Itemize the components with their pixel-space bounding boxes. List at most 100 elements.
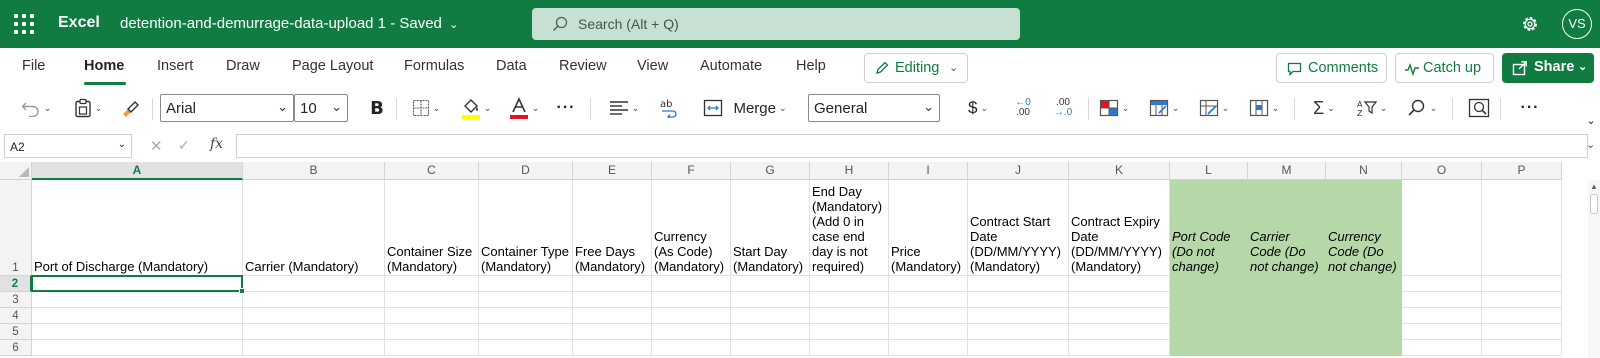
font-size-select[interactable]: 10 ⌄ xyxy=(294,94,348,122)
comments-button[interactable]: Comments xyxy=(1276,53,1387,83)
cell-l2[interactable] xyxy=(1170,276,1248,292)
cell-o2[interactable] xyxy=(1402,276,1482,292)
cell-e1[interactable]: Free Days (Mandatory) xyxy=(573,180,652,276)
cell-l3[interactable] xyxy=(1170,292,1248,308)
cell-g2[interactable] xyxy=(731,276,810,292)
cell-i6[interactable] xyxy=(889,340,968,356)
cell-o6[interactable] xyxy=(1402,340,1482,356)
tab-file[interactable]: File xyxy=(22,58,45,74)
cell-m6[interactable] xyxy=(1248,340,1326,356)
cell-g1[interactable]: Start Day (Mandatory) xyxy=(731,180,810,276)
app-name[interactable]: Excel xyxy=(58,14,100,32)
cell-d4[interactable] xyxy=(479,308,573,324)
tab-review[interactable]: Review xyxy=(559,58,607,74)
row-header-6[interactable]: 6 xyxy=(0,340,32,356)
cell-m1[interactable]: Carrier Code (Do not change) xyxy=(1248,180,1326,276)
cell-k2[interactable] xyxy=(1069,276,1170,292)
user-avatar[interactable]: VS xyxy=(1562,9,1592,39)
cell-n6[interactable] xyxy=(1326,340,1402,356)
cell-c6[interactable] xyxy=(385,340,479,356)
tab-data[interactable]: Data xyxy=(496,58,527,74)
tab-page-layout[interactable]: Page Layout xyxy=(292,58,373,74)
cell-c2[interactable] xyxy=(385,276,479,292)
column-header-l[interactable]: L xyxy=(1170,162,1248,180)
row-header-2[interactable]: 2 xyxy=(0,276,32,292)
cell-c3[interactable] xyxy=(385,292,479,308)
column-header-n[interactable]: N xyxy=(1326,162,1402,180)
column-header-j[interactable]: J xyxy=(968,162,1069,180)
cell-g6[interactable] xyxy=(731,340,810,356)
cell-d2[interactable] xyxy=(479,276,573,292)
formula-input[interactable] xyxy=(236,134,1588,158)
column-header-o[interactable]: O xyxy=(1402,162,1482,180)
name-box[interactable]: A2 ⌄ xyxy=(4,134,132,158)
tab-draw[interactable]: Draw xyxy=(226,58,260,74)
bold-button[interactable]: B xyxy=(364,90,390,126)
row-header-1[interactable]: 1 xyxy=(0,180,32,276)
cell-l5[interactable] xyxy=(1170,324,1248,340)
cell-a5[interactable] xyxy=(32,324,243,340)
column-header-g[interactable]: G xyxy=(731,162,810,180)
insert-function-button[interactable]: fx xyxy=(210,136,223,152)
cell-b3[interactable] xyxy=(243,292,385,308)
cell-o4[interactable] xyxy=(1402,308,1482,324)
cell-i3[interactable] xyxy=(889,292,968,308)
cell-e3[interactable] xyxy=(573,292,652,308)
column-header-a[interactable]: A xyxy=(32,162,243,180)
cell-o3[interactable] xyxy=(1402,292,1482,308)
catch-up-button[interactable]: Catch up xyxy=(1395,53,1494,83)
cell-m5[interactable] xyxy=(1248,324,1326,340)
cell-d6[interactable] xyxy=(479,340,573,356)
cell-j4[interactable] xyxy=(968,308,1069,324)
cell-c5[interactable] xyxy=(385,324,479,340)
merge-button[interactable]: Merge ⌄ xyxy=(700,90,790,126)
cell-b5[interactable] xyxy=(243,324,385,340)
cell-n2[interactable] xyxy=(1326,276,1402,292)
cell-j1[interactable]: Contract Start Date (DD/MM/YYYY) (Mandat… xyxy=(968,180,1069,276)
cell-l4[interactable] xyxy=(1170,308,1248,324)
cell-d3[interactable] xyxy=(479,292,573,308)
cell-a6[interactable] xyxy=(32,340,243,356)
cell-n4[interactable] xyxy=(1326,308,1402,324)
checkmark-icon[interactable]: ✓ xyxy=(178,137,190,154)
cell-p5[interactable] xyxy=(1482,324,1562,340)
column-header-k[interactable]: K xyxy=(1069,162,1170,180)
more-options-button[interactable]: ··· xyxy=(1516,90,1544,126)
cell-n1[interactable]: Currency Code (Do not change) xyxy=(1326,180,1402,276)
currency-format-button[interactable]: $ ⌄ xyxy=(958,90,998,126)
editing-mode-button[interactable]: Editing ⌄ xyxy=(864,53,968,83)
insert-cells-button[interactable]: ⌄ xyxy=(1244,90,1284,126)
undo-button[interactable]: ⌄ xyxy=(16,90,56,126)
cell-g5[interactable] xyxy=(731,324,810,340)
cell-e6[interactable] xyxy=(573,340,652,356)
cell-k1[interactable]: Contract Expiry Date (DD/MM/YYYY) (Manda… xyxy=(1069,180,1170,276)
cell-i2[interactable] xyxy=(889,276,968,292)
share-button[interactable]: Share ⌄ xyxy=(1502,53,1594,83)
tab-automate[interactable]: Automate xyxy=(700,58,762,74)
cell-i1[interactable]: Price (Mandatory) xyxy=(889,180,968,276)
format-as-table-button[interactable]: ⌄ xyxy=(1144,90,1184,126)
cell-n3[interactable] xyxy=(1326,292,1402,308)
font-color-button[interactable]: ⌄ xyxy=(504,90,544,126)
document-title[interactable]: detention-and-demurrage-data-upload 1 - … xyxy=(120,15,458,32)
paste-button[interactable]: ⌄ xyxy=(68,90,108,126)
analyze-data-button[interactable] xyxy=(1466,90,1492,126)
find-select-button[interactable]: ⌄ xyxy=(1402,90,1442,126)
cell-c4[interactable] xyxy=(385,308,479,324)
cell-h4[interactable] xyxy=(810,308,889,324)
cell-c1[interactable]: Container Size (Mandatory) xyxy=(385,180,479,276)
spreadsheet-grid[interactable]: A B C D E F G H I J K L M N O P 1 Port of Discharge (Mand… xyxy=(0,162,1600,358)
cell-h2[interactable] xyxy=(810,276,889,292)
cell-p4[interactable] xyxy=(1482,308,1562,324)
column-header-p[interactable]: P xyxy=(1482,162,1562,180)
settings-gear-icon[interactable] xyxy=(1520,14,1540,34)
fill-handle[interactable] xyxy=(239,288,245,294)
cell-m3[interactable] xyxy=(1248,292,1326,308)
cell-k4[interactable] xyxy=(1069,308,1170,324)
column-header-f[interactable]: F xyxy=(652,162,731,180)
cell-m4[interactable] xyxy=(1248,308,1326,324)
cell-f4[interactable] xyxy=(652,308,731,324)
cell-g3[interactable] xyxy=(731,292,810,308)
cell-f1[interactable]: Currency (As Code) (Mandatory) xyxy=(652,180,731,276)
cell-k3[interactable] xyxy=(1069,292,1170,308)
